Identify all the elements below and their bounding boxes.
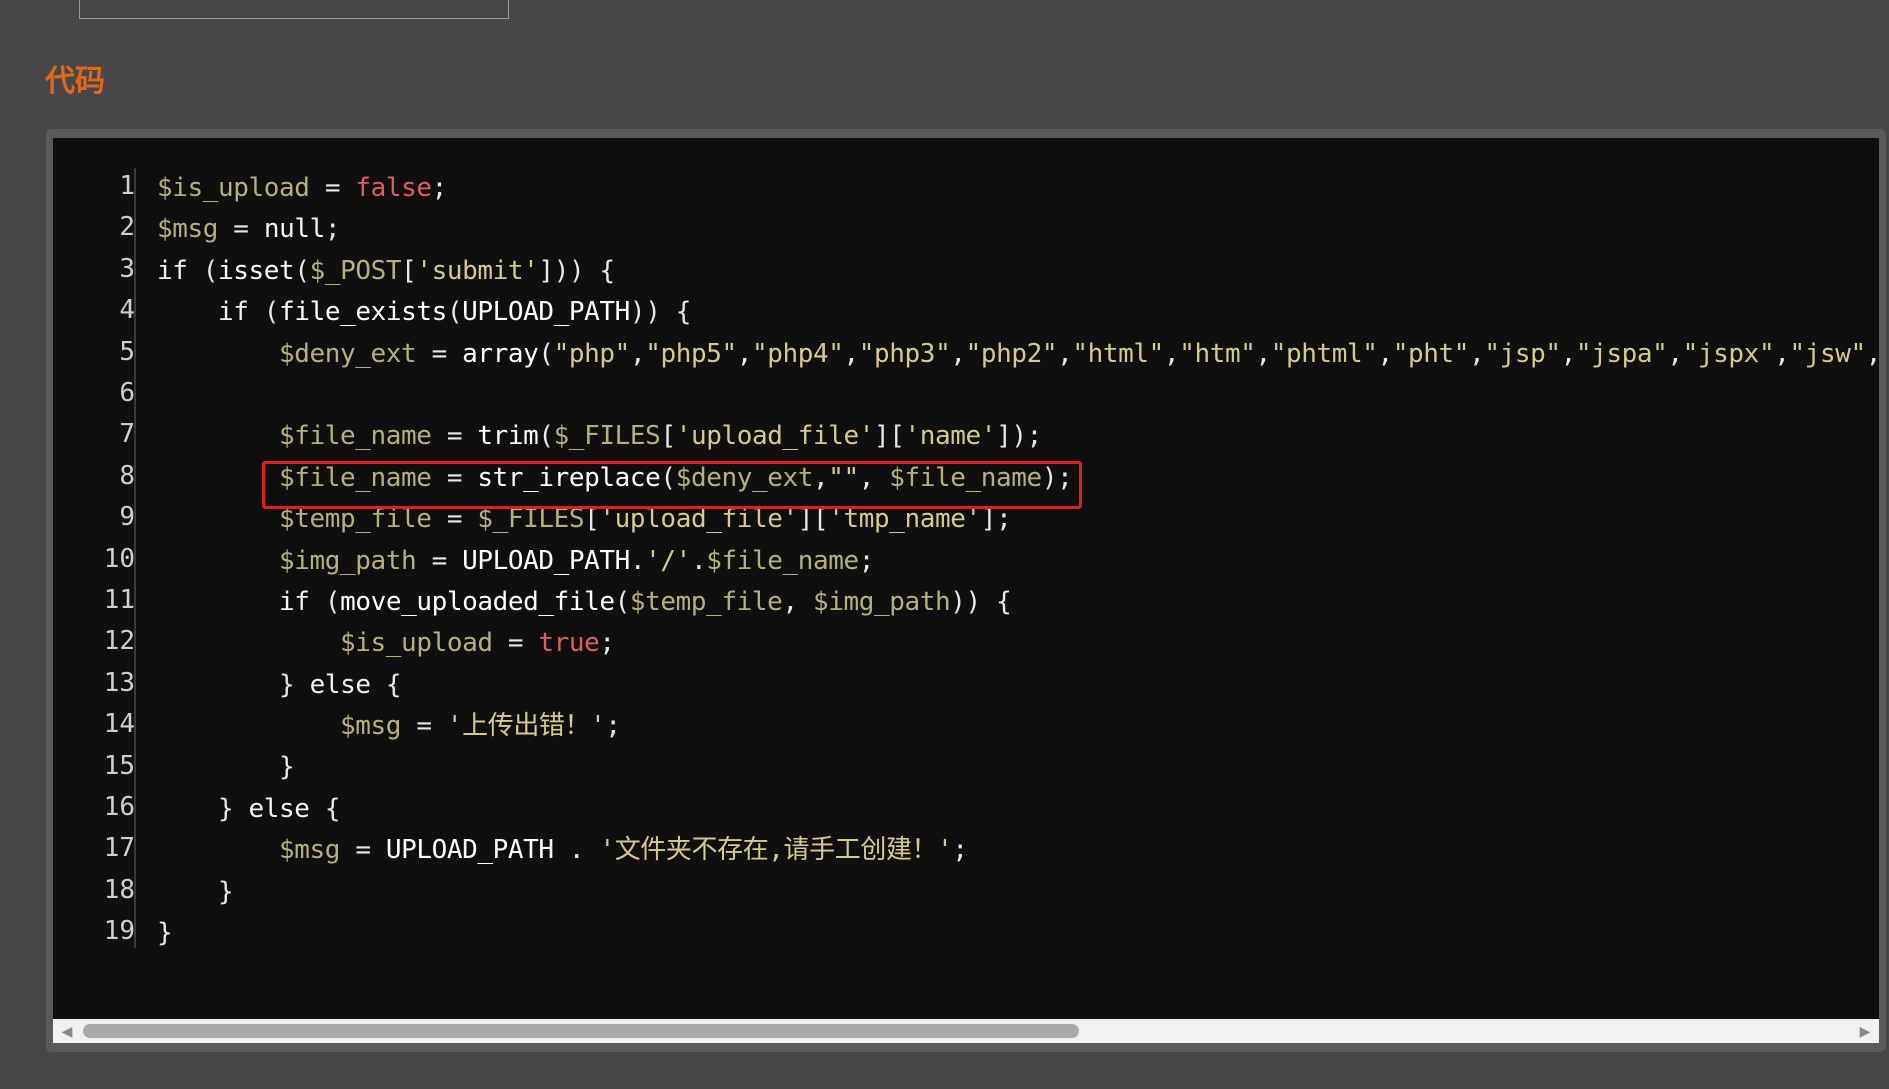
line-number: 5 (119, 336, 135, 367)
line-number: 4 (119, 295, 135, 326)
previous-section-box (79, 0, 509, 19)
code-line: $is_upload = true; (340, 628, 615, 659)
code-panel[interactable]: 1 2 3 4 5 6 7 8 9 10 11 12 13 14 15 16 17 18 19 $is_upload… (53, 138, 1879, 1031)
code-line: } (218, 876, 234, 907)
horizontal-scrollbar[interactable]: ◀ ▶ (53, 1019, 1879, 1043)
scroll-left-icon[interactable]: ◀ (57, 1021, 77, 1041)
code-line: } else { (279, 669, 402, 700)
line-number: 10 (103, 543, 135, 574)
code-line: $is_upload = false; (157, 173, 447, 203)
line-number: 3 (119, 253, 135, 284)
line-number: 17 (103, 833, 135, 864)
line-number: 14 (103, 709, 135, 740)
line-number: 18 (103, 874, 135, 905)
line-number: 9 (119, 502, 135, 533)
code-line: } (157, 918, 173, 949)
code-line: $msg = null; (157, 214, 341, 245)
line-number: 13 (103, 667, 135, 698)
code-block-container: 1 2 3 4 5 6 7 8 9 10 11 12 13 14 15 16 17 18 19 $is_upload… (46, 129, 1886, 1052)
code-line: if (move_uploaded_file($temp_file, $img_… (279, 586, 1012, 617)
line-number: 11 (103, 585, 135, 615)
code-line: } else { (218, 793, 341, 824)
line-number: 12 (103, 626, 135, 657)
line-number: 16 (103, 792, 135, 822)
line-number: 2 (119, 212, 135, 243)
code-line: $file_name = trim($_FILES['upload_file']… (279, 421, 1042, 452)
code-line: $img_path = UPLOAD_PATH.'/'.$file_name; (279, 545, 875, 576)
code-line: $deny_ext = array("php","php5","php4","p… (279, 338, 1879, 369)
code-line: if (isset($_POST['submit'])) { (157, 255, 615, 286)
gutter-separator (134, 168, 136, 948)
highlight-annotation-box (262, 461, 1082, 509)
line-number: 15 (103, 750, 135, 781)
line-number: 7 (119, 419, 135, 450)
line-number: 19 (103, 916, 135, 947)
code-line: $msg = '上传出错！'; (340, 711, 621, 742)
code-line: if (file_exists(UPLOAD_PATH)) { (218, 297, 691, 328)
line-number: 8 (119, 460, 135, 491)
line-number: 6 (119, 378, 135, 408)
code-content[interactable]: $is_upload = false; $msg = null; if (isset… (157, 168, 1879, 954)
scroll-right-icon[interactable]: ▶ (1855, 1021, 1875, 1041)
code-line: $msg = UPLOAD_PATH . '文件夹不存在,请手工创建！'; (279, 835, 968, 866)
code-line: } (279, 752, 295, 783)
line-number: 1 (119, 171, 135, 201)
scrollbar-thumb[interactable] (83, 1024, 1079, 1038)
section-title: 代码 (45, 64, 105, 99)
